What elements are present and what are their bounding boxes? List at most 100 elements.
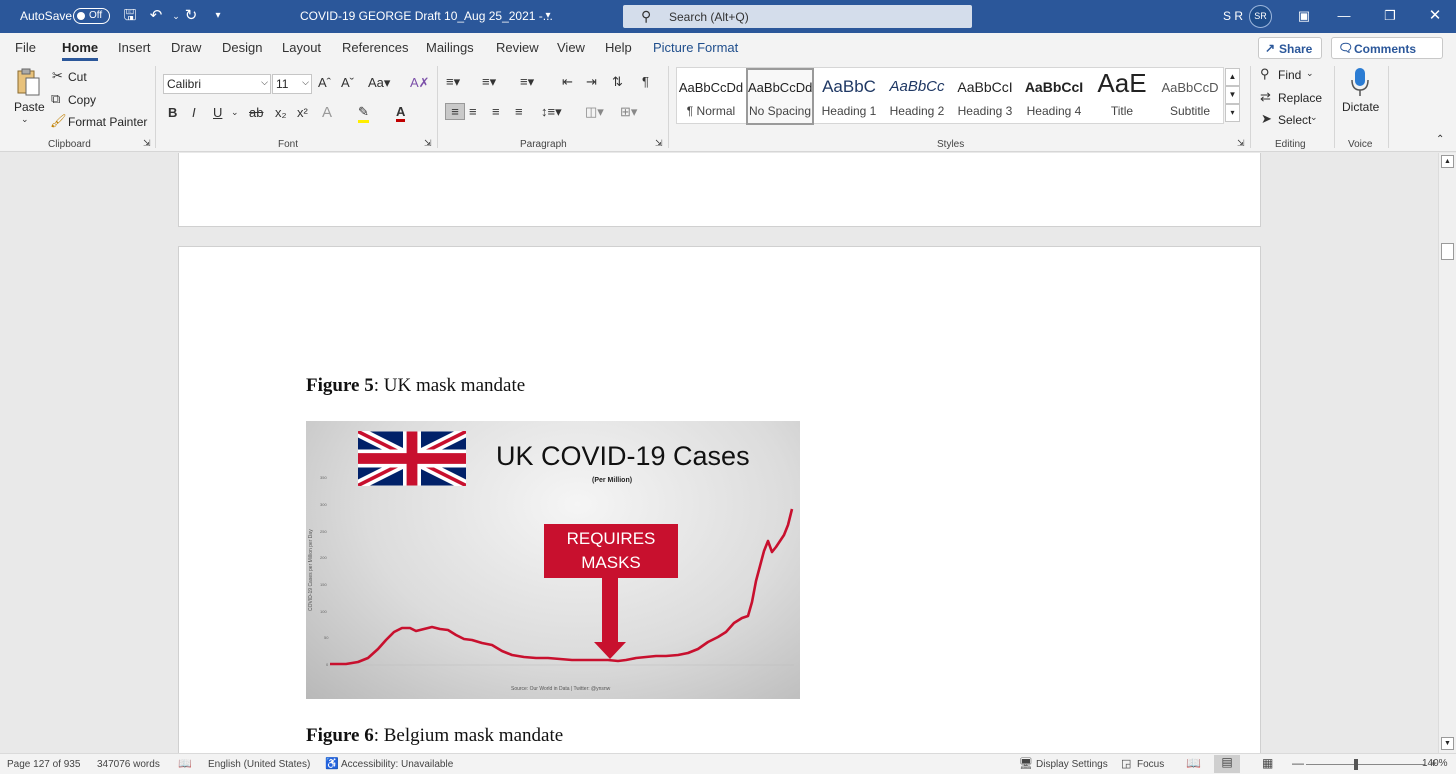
zoom-slider-thumb[interactable] [1354, 759, 1358, 770]
bullets-icon[interactable]: ≡▾ [446, 74, 460, 90]
save-icon[interactable]: 🖫 [120, 6, 140, 26]
undo-icon[interactable]: ↶ [146, 6, 166, 26]
tab-mailings[interactable]: Mailings [426, 40, 474, 55]
previous-page[interactable] [178, 153, 1261, 227]
comments-button[interactable]: 🗨 Comments [1331, 37, 1443, 59]
replace-button[interactable]: Replace [1278, 91, 1322, 105]
document-area[interactable]: Figure 5: UK mask mandate UK COVID-19 Ca… [0, 153, 1438, 753]
figure-5-caption[interactable]: Figure 5: UK mask mandate [306, 375, 525, 397]
tab-home[interactable]: Home [62, 40, 99, 61]
style-subtitle[interactable]: AaBbCcD Subtitle [1156, 68, 1224, 125]
paste-icon[interactable] [16, 68, 40, 98]
align-left-icon[interactable]: ≡ [445, 103, 465, 120]
read-mode-icon[interactable]: 📖 [1186, 756, 1201, 770]
search-box[interactable]: ⚲ Search (Alt+Q) [623, 5, 972, 28]
styles-up-icon[interactable]: ▲ [1225, 68, 1240, 86]
line-spacing-icon[interactable]: ↕≡▾ [541, 104, 562, 120]
find-button[interactable]: Find [1278, 68, 1301, 82]
vertical-scrollbar[interactable]: ▲ ▼ [1438, 153, 1456, 753]
zoom-slider[interactable] [1306, 764, 1425, 765]
tab-view[interactable]: View [557, 40, 585, 55]
shading-icon[interactable]: ◫▾ [585, 104, 604, 120]
tab-references[interactable]: References [342, 40, 408, 55]
scroll-thumb[interactable] [1441, 243, 1454, 260]
text-effects-icon[interactable]: A [322, 104, 332, 121]
change-case-icon[interactable]: Aa▾ [368, 75, 390, 91]
numbering-icon[interactable]: ≡▾ [482, 74, 496, 90]
show-formatting-icon[interactable]: ¶ [642, 74, 649, 89]
tab-design[interactable]: Design [222, 40, 262, 55]
redo-icon[interactable]: ↻ [181, 6, 201, 26]
justify-icon[interactable]: ≡ [515, 104, 523, 119]
underline-dropdown-icon[interactable]: ⌄ [231, 107, 239, 118]
styles-down-icon[interactable]: ▼ [1225, 86, 1240, 104]
font-name-select[interactable]: Calibri ⌵ [163, 74, 271, 94]
proofing-icon[interactable]: 📖 [178, 757, 192, 770]
style-no-spacing[interactable]: AaBbCcDd No Spacing [746, 68, 814, 125]
ribbon-display-icon[interactable]: ▣ [1294, 6, 1314, 26]
scroll-down-icon[interactable]: ▼ [1441, 737, 1454, 750]
copy-button[interactable]: Copy [68, 93, 96, 107]
tab-picture-format[interactable]: Picture Format [653, 40, 738, 55]
strikethrough-icon[interactable]: ab [249, 105, 263, 120]
close-icon[interactable]: ✕ [1425, 6, 1445, 26]
multilevel-list-icon[interactable]: ≡▾ [520, 74, 534, 90]
microphone-icon[interactable] [1350, 67, 1370, 97]
language[interactable]: English (United States) [208, 759, 310, 770]
share-button[interactable]: ↗ Share [1258, 37, 1322, 59]
clear-formatting-icon[interactable]: A✗ [410, 75, 430, 91]
scroll-up-icon[interactable]: ▲ [1441, 155, 1454, 168]
style-heading-4[interactable]: AaBbCcI Heading 4 [1020, 68, 1088, 125]
tab-layout[interactable]: Layout [282, 40, 321, 55]
web-layout-icon[interactable]: ▦ [1262, 756, 1273, 770]
subscript-icon[interactable]: x₂ [275, 105, 287, 120]
page-count[interactable]: Page 127 of 935 [7, 759, 80, 770]
highlight-icon[interactable]: ✎ [358, 104, 369, 123]
minimize-icon[interactable]: — [1334, 6, 1354, 26]
font-size-select[interactable]: 11 ⌵ [272, 74, 312, 94]
accessibility-status[interactable]: Accessibility: Unavailable [341, 759, 453, 770]
align-center-icon[interactable]: ≡ [469, 104, 477, 119]
font-launcher-icon[interactable]: ⇲ [424, 138, 432, 149]
decrease-indent-icon[interactable]: ⇤ [562, 74, 573, 90]
select-dropdown-icon[interactable]: ⌄ [1310, 112, 1318, 123]
tab-insert[interactable]: Insert [118, 40, 151, 55]
customize-toolbar-icon[interactable]: ▾ [208, 6, 228, 26]
superscript-icon[interactable]: x² [297, 105, 308, 120]
style-normal[interactable]: AaBbCcDd ¶ Normal [677, 68, 745, 125]
word-count[interactable]: 347076 words [97, 759, 160, 770]
font-color-icon[interactable]: A [396, 104, 406, 122]
borders-icon[interactable]: ⊞▾ [620, 104, 637, 120]
tab-review[interactable]: Review [496, 40, 539, 55]
clipboard-launcher-icon[interactable]: ⇲ [143, 138, 151, 149]
increase-indent-icon[interactable]: ⇥ [586, 74, 597, 90]
autosave-toggle[interactable]: Off [73, 8, 110, 24]
paragraph-launcher-icon[interactable]: ⇲ [655, 138, 663, 149]
style-title[interactable]: AaE Title [1088, 68, 1156, 125]
cut-button[interactable]: Cut [68, 70, 87, 84]
focus-button[interactable]: Focus [1137, 759, 1164, 770]
tab-help[interactable]: Help [605, 40, 632, 55]
collapse-ribbon-icon[interactable]: ⌃ [1436, 134, 1444, 145]
bold-icon[interactable]: B [168, 105, 177, 120]
restore-icon[interactable]: ❐ [1380, 6, 1400, 26]
display-settings-button[interactable]: Display Settings [1036, 759, 1108, 770]
tab-file[interactable]: File [15, 40, 36, 55]
paste-dropdown-icon[interactable]: ⌄ [21, 114, 29, 125]
underline-icon[interactable]: U [213, 105, 222, 120]
find-dropdown-icon[interactable]: ⌄ [1306, 68, 1314, 79]
styles-more-icon[interactable]: ▾ [1225, 104, 1240, 122]
align-right-icon[interactable]: ≡ [492, 104, 500, 119]
title-dropdown-icon[interactable]: ▾ [538, 6, 558, 26]
style-heading-2[interactable]: AaBbCc Heading 2 [883, 68, 951, 125]
style-heading-3[interactable]: AaBbCcI Heading 3 [951, 68, 1019, 125]
paste-button[interactable]: Paste [14, 100, 45, 114]
format-painter-button[interactable]: Format Painter [68, 115, 147, 129]
style-heading-1[interactable]: AaBbC Heading 1 [815, 68, 883, 125]
avatar[interactable]: SR [1249, 5, 1272, 28]
document-title[interactable]: COVID-19 GEORGE Draft 10_Aug 25_2021 -..… [300, 9, 553, 23]
zoom-out-icon[interactable]: — [1292, 756, 1304, 770]
uk-covid-chart-image[interactable]: UK COVID-19 Cases (Per Million) COVID-19… [306, 421, 800, 699]
styles-launcher-icon[interactable]: ⇲ [1237, 138, 1245, 149]
shrink-font-icon[interactable]: Aˇ [341, 75, 354, 90]
